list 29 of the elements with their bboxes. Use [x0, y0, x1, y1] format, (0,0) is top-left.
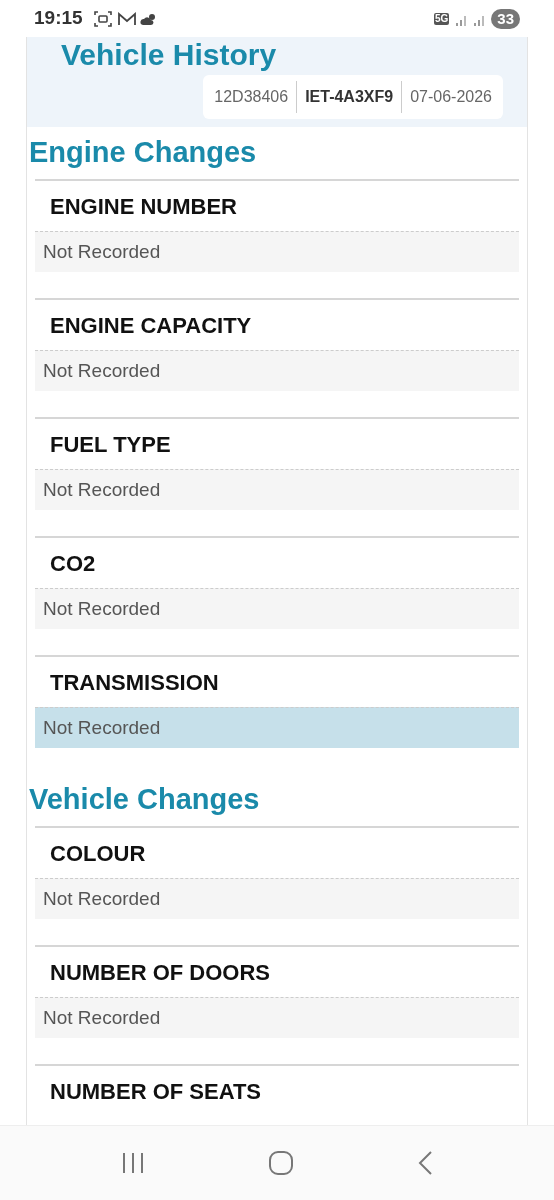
field-value: Not Recorded: [35, 588, 519, 629]
section-heading: Engine Changes: [29, 135, 258, 171]
battery-indicator: 33: [491, 8, 520, 29]
field-value: Not Recorded: [35, 231, 519, 272]
field-label: ENGINE NUMBER: [49, 192, 238, 221]
network-label: 5G: [433, 12, 450, 25]
field-label: ENGINE CAPACITY: [49, 311, 253, 340]
field-label: CO2: [49, 549, 97, 578]
back-icon[interactable]: [416, 1150, 433, 1176]
field-value: Not Recorded: [35, 469, 519, 510]
mail-icon: [116, 10, 137, 27]
field-value: Not Recorded: [35, 878, 519, 919]
recent-apps-icon[interactable]: [121, 1152, 146, 1174]
screenshot-icon: [92, 9, 113, 28]
field-label: NUMBER OF DOORS: [49, 958, 271, 987]
vehicle-chip-text: 12D38406: [213, 87, 290, 107]
field-label: FUEL TYPE: [49, 430, 172, 459]
vehicle-chip-text: IET-4A3XF9: [304, 87, 395, 107]
section-heading: Vehicle Changes: [29, 782, 261, 818]
field-label: COLOUR: [49, 839, 147, 868]
status-time: 19:15: [34, 6, 83, 31]
field-value: Not Recorded: [35, 997, 519, 1038]
vehicle-chip-text: 07-06-2026: [409, 87, 493, 107]
page-title: Vehicle History: [61, 37, 277, 73]
field-label: TRANSMISSION: [49, 668, 220, 697]
home-icon[interactable]: [268, 1150, 294, 1176]
field-value: Not Recorded: [35, 707, 519, 748]
field-value: Not Recorded: [35, 350, 519, 391]
field-label: NUMBER OF SEATS: [49, 1077, 263, 1106]
